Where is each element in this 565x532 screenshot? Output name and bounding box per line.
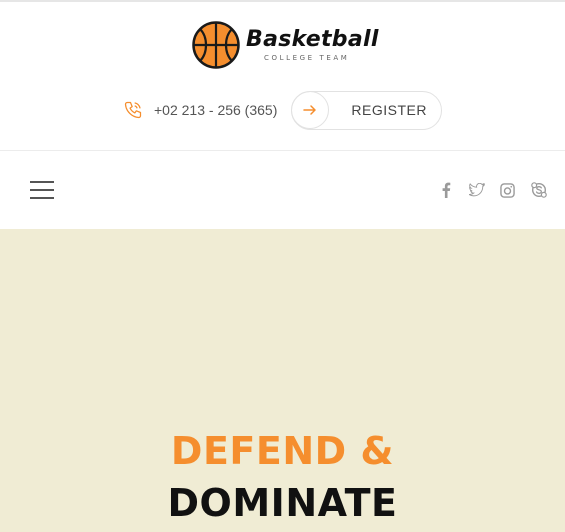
hero-section: DEFEND & DOMINATE [0,229,565,532]
header-divider [0,150,565,151]
skype-icon[interactable] [530,182,547,199]
brand-subtitle: COLLEGE TEAM [264,54,350,62]
top-border [0,0,565,2]
register-button[interactable]: REGISTER [291,90,443,130]
arrow-right-icon [291,91,330,129]
phone-number[interactable]: +02 213 - 256 (365) [154,102,277,118]
brand-title: Basketball [246,27,379,52]
site-logo[interactable]: Basketball COLLEGE TEAM [192,20,379,70]
register-label: REGISTER [351,102,427,118]
contact-row: +02 213 - 256 (365) REGISTER [122,90,443,130]
hero-heading-line2: DOMINATE [167,481,398,525]
instagram-icon[interactable] [499,182,516,199]
hero-heading-line1: DEFEND & [170,429,395,473]
twitter-icon[interactable] [468,182,485,199]
phone-icon [122,99,144,121]
facebook-icon[interactable] [437,182,454,199]
hamburger-menu-icon[interactable] [30,178,54,202]
social-links [437,180,547,200]
basketball-icon [192,21,240,69]
